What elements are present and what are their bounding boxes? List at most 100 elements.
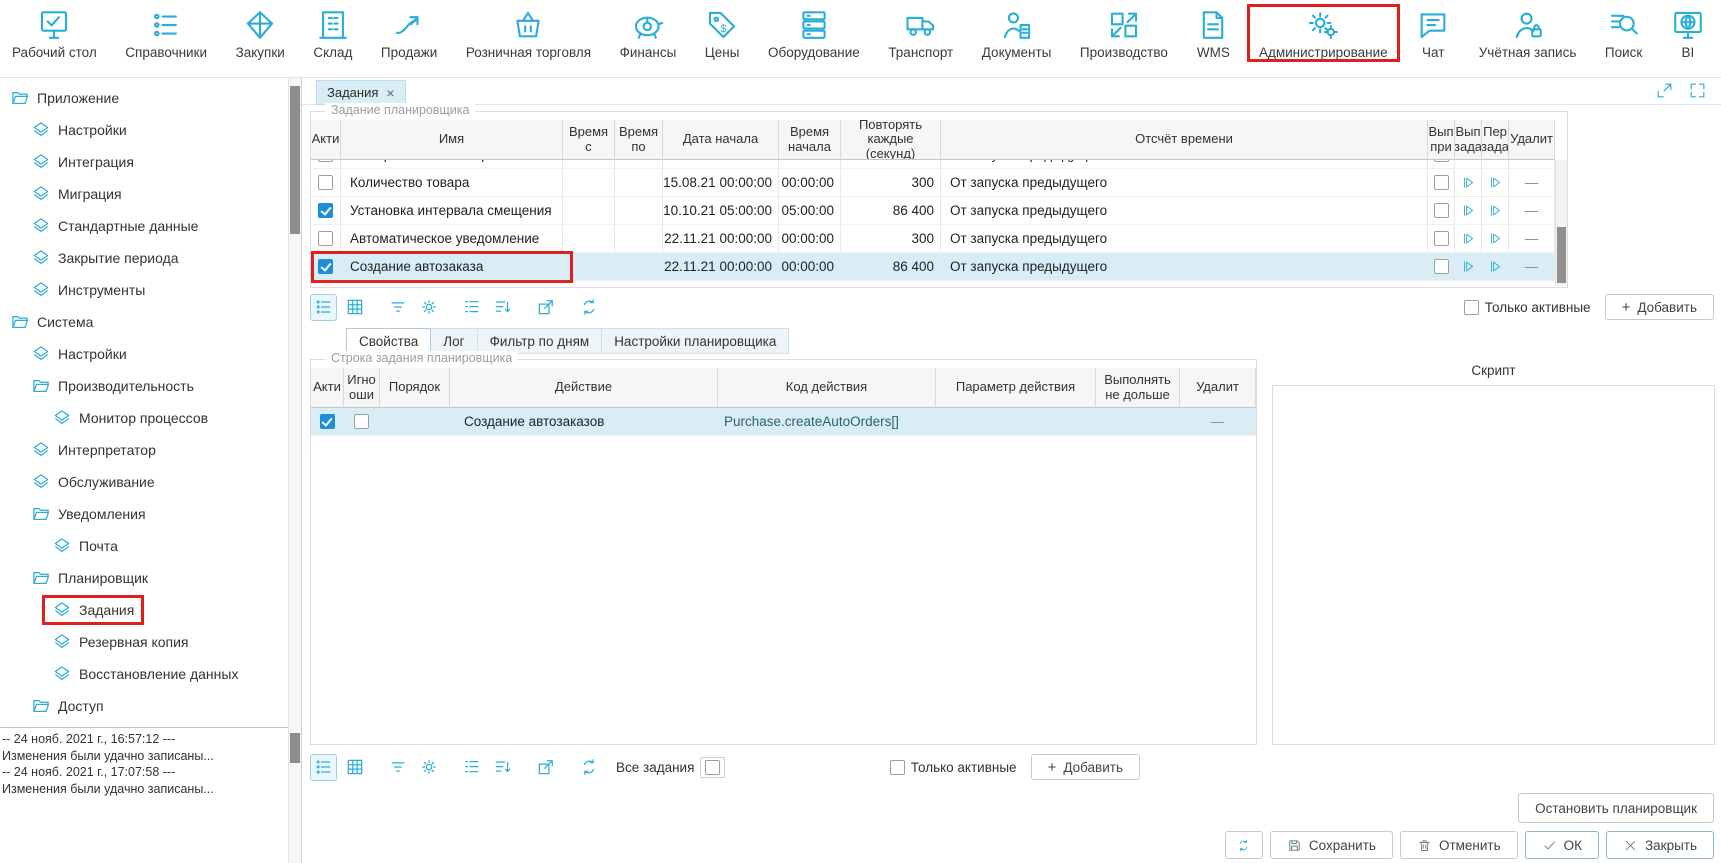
script-editor[interactable]: [1272, 385, 1715, 745]
active-checkbox[interactable]: [318, 175, 333, 190]
column-header[interactable]: Код действия: [718, 368, 936, 408]
export-button[interactable]: [532, 294, 559, 321]
sidebar-scrollbar[interactable]: [288, 78, 301, 727]
column-header[interactable]: Пер зада: [1482, 120, 1509, 160]
table-view-button[interactable]: [341, 754, 368, 781]
delete-cell[interactable]: —: [1509, 225, 1555, 253]
save-button[interactable]: Сохранить: [1270, 831, 1393, 859]
sidebar-item-system[interactable]: Система: [0, 306, 288, 338]
run-task-icon[interactable]: [1461, 203, 1476, 218]
active-checkbox[interactable]: [318, 231, 333, 246]
add-task-line-button[interactable]: + Добавить: [1031, 754, 1140, 780]
filter-button[interactable]: [384, 294, 411, 321]
run-at-checkbox[interactable]: [1434, 259, 1449, 274]
active-checkbox[interactable]: [318, 203, 333, 218]
run-task-icon[interactable]: [1461, 231, 1476, 246]
topbar-item-transport[interactable]: Транспорт: [882, 6, 959, 62]
delete-cell[interactable]: —: [1509, 253, 1555, 281]
list-view-button[interactable]: [310, 294, 337, 321]
column-header[interactable]: Отсчёт времени: [941, 120, 1428, 160]
list-view-button[interactable]: [310, 754, 337, 781]
sidebar-item-notifications[interactable]: Уведомления: [0, 498, 288, 530]
ignore-errors-checkbox[interactable]: [354, 414, 369, 429]
numbered-list-button[interactable]: [458, 754, 485, 781]
rerun-task-icon[interactable]: [1488, 175, 1503, 190]
scrollbar-thumb[interactable]: [1557, 227, 1566, 283]
sidebar-item-tools[interactable]: Инструменты: [0, 274, 288, 306]
active-checkbox[interactable]: [318, 259, 333, 274]
sidebar-item-access[interactable]: Доступ: [0, 690, 288, 722]
reload-button[interactable]: [575, 754, 602, 781]
sidebar-item-application[interactable]: Приложение: [0, 82, 288, 114]
column-header[interactable]: Время с: [563, 120, 615, 160]
topbar-item-desktop[interactable]: Рабочий стол: [6, 6, 103, 62]
reload-button[interactable]: [575, 294, 602, 321]
sidebar-item-scheduler[interactable]: Планировщик: [0, 562, 288, 594]
topbar-item-purchases[interactable]: Закупки: [230, 6, 291, 62]
topbar-item-bi[interactable]: BI: [1665, 6, 1711, 62]
topbar-item-directories[interactable]: Справочники: [119, 6, 213, 62]
delete-cell[interactable]: —: [1180, 408, 1256, 436]
rerun-task-icon[interactable]: [1488, 160, 1503, 162]
task-row[interactable]: Создание автозаказа 22.11.21 00:00:00 00…: [311, 253, 1555, 281]
scrollbar-thumb[interactable]: [290, 733, 300, 763]
only-active-checkbox[interactable]: Только активные: [1464, 300, 1591, 315]
expand-icon[interactable]: [1655, 81, 1674, 100]
column-header[interactable]: Время по: [615, 120, 663, 160]
run-at-checkbox[interactable]: [1434, 203, 1449, 218]
run-task-icon[interactable]: [1461, 160, 1476, 162]
sidebar-item-period-close[interactable]: Закрытие периода: [0, 242, 288, 274]
sidebar-item-standard-data[interactable]: Стандартные данные: [0, 210, 288, 242]
delete-cell[interactable]: —: [1509, 197, 1555, 225]
column-header[interactable]: Порядок: [380, 368, 450, 408]
active-checkbox[interactable]: [318, 160, 333, 162]
column-header[interactable]: Действие: [450, 368, 718, 408]
active-checkbox[interactable]: [320, 414, 335, 429]
task-row[interactable]: Автоматическое уведомление 22.11.21 00:0…: [311, 225, 1555, 253]
sidebar-item-integration[interactable]: Интеграция: [0, 146, 288, 178]
sidebar-item-process-monitor[interactable]: Монитор процессов: [0, 402, 288, 434]
column-header[interactable]: Время начала: [779, 120, 841, 160]
column-header[interactable]: Повторять каждые (секунд): [841, 120, 941, 160]
column-header[interactable]: Дата начала: [663, 120, 779, 160]
topbar-item-sales[interactable]: Продажи: [375, 6, 443, 62]
sidebar-item-app-settings[interactable]: Настройки: [0, 114, 288, 146]
column-header[interactable]: Удалит: [1180, 368, 1256, 408]
tab-tasks[interactable]: Задания ×: [316, 80, 406, 105]
task-row[interactable]: Количество товара 15.08.21 00:00:00 00:0…: [311, 169, 1555, 197]
column-header[interactable]: Вып при: [1428, 120, 1455, 160]
close-button[interactable]: Закрыть: [1606, 831, 1714, 859]
refresh-button[interactable]: [1225, 831, 1263, 859]
rerun-task-icon[interactable]: [1488, 203, 1503, 218]
run-task-icon[interactable]: [1461, 175, 1476, 190]
topbar-item-warehouse[interactable]: Склад: [307, 6, 358, 62]
sidebar-item-migration[interactable]: Миграция: [0, 178, 288, 210]
topbar-item-chat[interactable]: Чат: [1410, 6, 1456, 62]
column-header[interactable]: Удалит: [1509, 120, 1555, 160]
settings-button[interactable]: [415, 294, 442, 321]
sorted-list-button[interactable]: [489, 294, 516, 321]
run-at-checkbox[interactable]: [1434, 175, 1449, 190]
run-task-icon[interactable]: [1461, 259, 1476, 274]
topbar-item-prices[interactable]: $ Цены: [699, 6, 746, 62]
tasks-table-scrollbar[interactable]: [1555, 160, 1567, 286]
column-header[interactable]: Акти: [311, 120, 341, 160]
column-header[interactable]: Имя: [341, 120, 563, 160]
close-tab-icon[interactable]: ×: [386, 86, 394, 100]
topbar-item-account[interactable]: Учётная запись: [1473, 6, 1583, 62]
sidebar-item-maintenance[interactable]: Обслуживание: [0, 466, 288, 498]
task-row[interactable]: Импорт заказов интернет-мага... От запус…: [311, 160, 1555, 169]
log-scrollbar[interactable]: [288, 727, 301, 863]
topbar-item-equipment[interactable]: Оборудование: [762, 6, 866, 62]
rerun-task-icon[interactable]: [1488, 259, 1503, 274]
sidebar-item-backup[interactable]: Резервная копия: [0, 626, 288, 658]
fullscreen-icon[interactable]: [1688, 81, 1707, 100]
task-line-row[interactable]: Создание автозаказов Purchase.createAuto…: [311, 408, 1256, 436]
column-header[interactable]: Акти: [311, 368, 344, 408]
column-header[interactable]: Игно оши: [344, 368, 380, 408]
ok-button[interactable]: ОК: [1525, 831, 1599, 859]
numbered-list-button[interactable]: [458, 294, 485, 321]
stop-scheduler-button[interactable]: Остановить планировщик: [1518, 793, 1714, 823]
delete-cell[interactable]: —: [1509, 169, 1555, 197]
topbar-item-administration[interactable]: Администрирование: [1253, 6, 1394, 62]
